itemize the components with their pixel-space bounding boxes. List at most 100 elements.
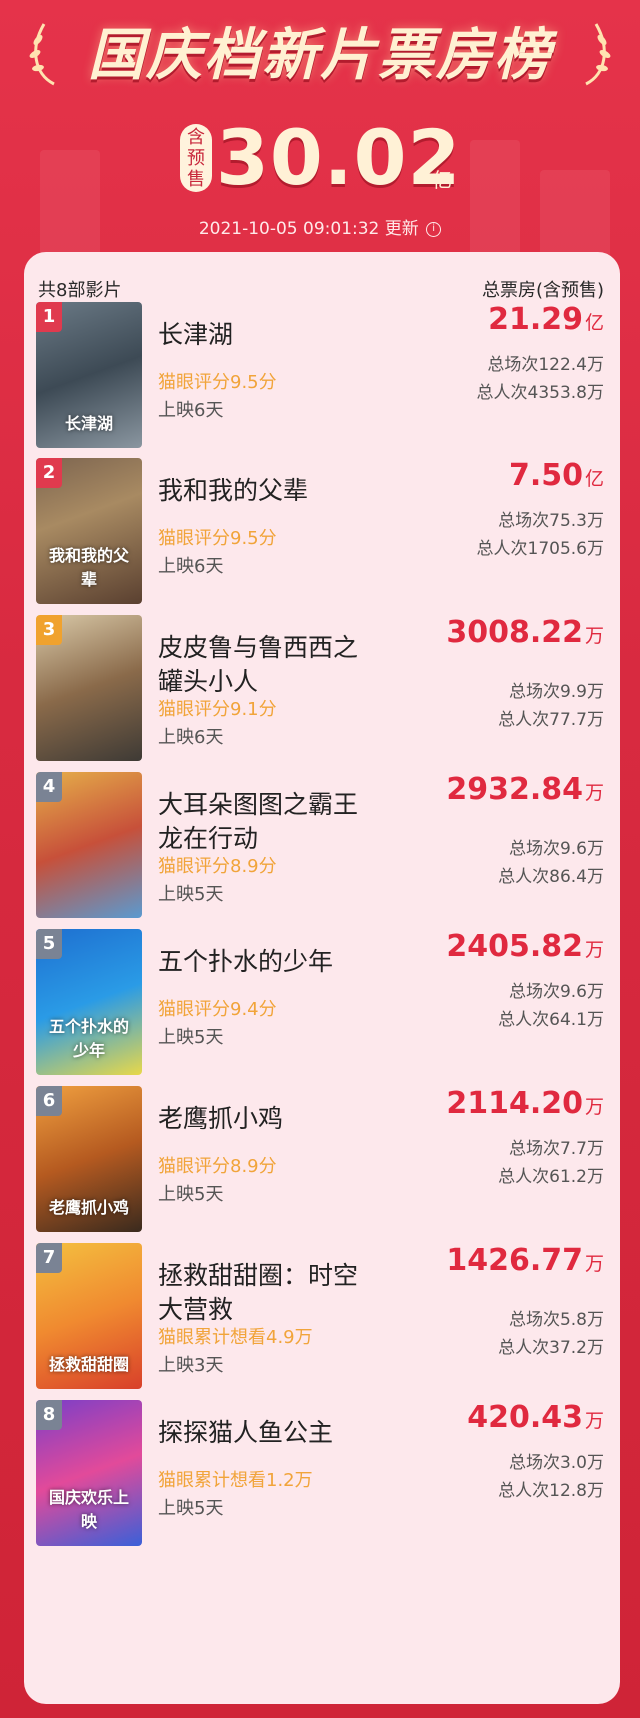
- movie-title[interactable]: 老鹰抓小鸡: [158, 1102, 388, 1136]
- movie-row[interactable]: 五个扑水的少年 5 五个扑水的少年 猫眼评分9.4分 上映5天 2405.82 万…: [24, 929, 620, 1085]
- presale-badge: 含 预 售: [180, 124, 212, 192]
- total-screenings: 总场次9.6万: [508, 839, 604, 859]
- movie-poster[interactable]: 4: [36, 772, 142, 918]
- update-timestamp: 2021-10-05 09:01:32 更新 i: [0, 214, 640, 239]
- total-admissions: 总人次12.8万: [498, 1481, 604, 1501]
- gross-value: 3008.22: [446, 615, 583, 650]
- rank-badge: 8: [36, 1400, 62, 1430]
- movie-title[interactable]: 大耳朵图图之霸王龙在行动: [158, 788, 368, 856]
- movie-row[interactable]: 长津湖 1 长津湖 猫眼评分9.5分 上映6天 21.29 亿 总场次122.4万…: [24, 302, 620, 458]
- movie-row[interactable]: 老鹰抓小鸡 6 老鹰抓小鸡 猫眼评分8.9分 上映5天 2114.20 万 总场次…: [24, 1086, 620, 1242]
- movie-row[interactable]: 国庆欢乐上映 8 探探猫人鱼公主 猫眼累计想看1.2万 上映5天 420.43 万…: [24, 1400, 620, 1556]
- gross-unit: 万: [584, 1253, 604, 1275]
- release-days: 上映5天: [158, 1184, 224, 1205]
- release-days: 上映5天: [158, 884, 224, 905]
- total-admissions: 总人次37.2万: [498, 1338, 604, 1358]
- release-days: 上映6天: [158, 556, 224, 577]
- release-days: 上映6天: [158, 400, 224, 421]
- rank-badge: 1: [36, 302, 62, 332]
- gross-unit: 万: [584, 782, 604, 804]
- movie-poster[interactable]: 拯救甜甜圈 7: [36, 1243, 142, 1389]
- movie-poster[interactable]: 3: [36, 615, 142, 761]
- poster-caption: 长津湖: [64, 414, 113, 433]
- total-screenings: 总场次122.4万: [487, 355, 604, 375]
- rank-badge: 7: [36, 1243, 62, 1273]
- movie-title[interactable]: 五个扑水的少年: [158, 945, 388, 979]
- movie-poster[interactable]: 老鹰抓小鸡 6: [36, 1086, 142, 1232]
- gross-value: 2932.84: [446, 772, 583, 807]
- gross-value: 21.29: [488, 302, 583, 337]
- movie-title[interactable]: 皮皮鲁与鲁西西之罐头小人: [158, 631, 368, 699]
- movie-count: 共8部影片: [38, 280, 122, 301]
- movie-row[interactable]: 4 大耳朵图图之霸王龙在行动 猫眼评分8.9分 上映5天 2932.84 万 总场…: [24, 772, 620, 928]
- movie-gross: 7.50 亿: [509, 458, 604, 493]
- info-icon[interactable]: i: [426, 221, 442, 237]
- movie-score: 猫眼评分9.5分: [158, 372, 277, 393]
- movie-title[interactable]: 长津湖: [158, 318, 388, 352]
- poster-caption: 国庆欢乐上映: [48, 1488, 129, 1531]
- release-days: 上映6天: [158, 727, 224, 748]
- total-unit: 亿: [432, 168, 452, 192]
- total-admissions: 总人次86.4万: [498, 867, 604, 887]
- movie-score: 猫眼评分8.9分: [158, 1156, 277, 1177]
- total-screenings: 总场次9.9万: [508, 682, 604, 702]
- movie-score: 猫眼评分9.5分: [158, 528, 277, 549]
- total-screenings: 总场次75.3万: [498, 511, 604, 531]
- movie-score: 猫眼评分9.4分: [158, 999, 277, 1020]
- update-label: 更新: [384, 219, 419, 239]
- movie-poster[interactable]: 我和我的父辈 2: [36, 458, 142, 604]
- page-title: 国庆档新片票房榜: [88, 23, 552, 88]
- total-screenings: 总场次9.6万: [508, 982, 604, 1002]
- total-screenings: 总场次5.8万: [508, 1310, 604, 1330]
- movie-title[interactable]: 探探猫人鱼公主: [158, 1416, 388, 1450]
- movie-score: 猫眼评分9.1分: [158, 699, 277, 720]
- poster-caption: 我和我的父辈: [48, 546, 129, 589]
- movie-poster[interactable]: 长津湖 1: [36, 302, 142, 448]
- movie-poster[interactable]: 国庆欢乐上映 8: [36, 1400, 142, 1546]
- rank-badge: 4: [36, 772, 62, 802]
- poster-caption: 拯救甜甜圈: [48, 1355, 129, 1374]
- movie-title[interactable]: 拯救甜甜圈：时空大营救: [158, 1259, 368, 1327]
- movie-gross: 2932.84 万: [446, 772, 604, 807]
- header: 国庆档新片票房榜 含 预 售 30.02 亿 2021-10-05 09:01:…: [0, 0, 640, 262]
- release-days: 上映3天: [158, 1355, 224, 1376]
- gross-value: 2114.20: [446, 1086, 583, 1121]
- movie-gross: 21.29 亿: [488, 302, 604, 337]
- movie-gross: 1426.77 万: [446, 1243, 604, 1278]
- gross-unit: 亿: [584, 312, 604, 334]
- movie-score: 猫眼累计想看4.9万: [158, 1327, 313, 1348]
- total-admissions: 总人次1705.6万: [476, 539, 604, 559]
- gross-value: 7.50: [508, 458, 583, 493]
- rank-badge: 6: [36, 1086, 62, 1116]
- movie-row[interactable]: 我和我的父辈 2 我和我的父辈 猫眼评分9.5分 上映6天 7.50 亿 总场次7…: [24, 458, 620, 614]
- movie-score: 猫眼评分8.9分: [158, 856, 277, 877]
- gross-value: 420.43: [467, 1400, 583, 1435]
- movie-gross: 2114.20 万: [446, 1086, 604, 1121]
- movie-title[interactable]: 我和我的父辈: [158, 474, 388, 508]
- movie-row[interactable]: 拯救甜甜圈 7 拯救甜甜圈：时空大营救 猫眼累计想看4.9万 上映3天 1426…: [24, 1243, 620, 1399]
- poster-caption: 老鹰抓小鸡: [48, 1198, 129, 1217]
- movie-poster[interactable]: 五个扑水的少年 5: [36, 929, 142, 1075]
- update-time: 2021-10-05 09:01:32: [198, 219, 380, 239]
- gross-value: 1426.77: [446, 1243, 583, 1278]
- rank-badge: 5: [36, 929, 62, 959]
- movie-row[interactable]: 3 皮皮鲁与鲁西西之罐头小人 猫眼评分9.1分 上映6天 3008.22 万 总场…: [24, 615, 620, 771]
- total-screenings: 总场次3.0万: [508, 1453, 604, 1473]
- release-days: 上映5天: [158, 1027, 224, 1048]
- total-screenings: 总场次7.7万: [508, 1139, 604, 1159]
- movie-gross: 420.43 万: [467, 1400, 604, 1435]
- gross-unit: 万: [584, 1096, 604, 1118]
- total-admissions: 总人次64.1万: [498, 1010, 604, 1030]
- movie-score: 猫眼累计想看1.2万: [158, 1470, 313, 1491]
- rank-badge: 3: [36, 615, 62, 645]
- gross-unit: 万: [584, 939, 604, 961]
- poster-caption: 五个扑水的少年: [48, 1017, 129, 1060]
- total-admissions: 总人次77.7万: [498, 710, 604, 730]
- movie-gross: 2405.82 万: [446, 929, 604, 964]
- gross-column-label: 总票房(含预售): [481, 280, 604, 301]
- total-admissions: 总人次61.2万: [498, 1167, 604, 1187]
- gross-unit: 万: [584, 625, 604, 647]
- gross-unit: 亿: [584, 468, 604, 490]
- release-days: 上映5天: [158, 1498, 224, 1519]
- total-value: 30.02: [216, 113, 462, 202]
